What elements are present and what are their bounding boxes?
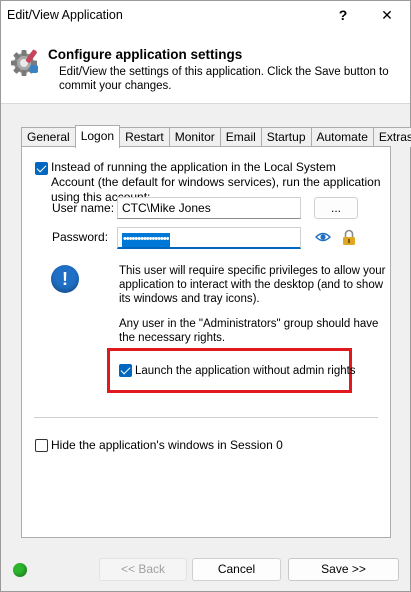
tab-logon[interactable]: Logon: [74, 125, 121, 148]
header-description: Edit/View the settings of this applicati…: [59, 66, 389, 92]
back-button[interactable]: << Back: [99, 558, 187, 581]
run-as-account-checkbox[interactable]: [35, 162, 48, 175]
tab-restart[interactable]: Restart: [119, 127, 170, 147]
help-button[interactable]: ?: [321, 1, 365, 29]
tab-automate[interactable]: Automate: [310, 127, 374, 147]
save-button[interactable]: Save >>: [288, 558, 399, 581]
password-masked-value: ••••••••••••••••: [122, 233, 170, 247]
status-indicator: [13, 563, 27, 577]
lock-icon[interactable]: [342, 229, 356, 246]
dialog-header: Configure application settings Edit/View…: [1, 29, 410, 104]
tab-monitor[interactable]: Monitor: [168, 127, 221, 147]
info-text-privileges: This user will require specific privileg…: [119, 265, 386, 305]
window-title: Edit/View Application: [7, 8, 123, 22]
launch-without-admin-label[interactable]: Launch the application without admin rig…: [135, 364, 356, 379]
info-icon: !: [51, 265, 79, 293]
username-label: User name:: [52, 201, 115, 215]
tab-bar: General Logon Restart Monitor Email Star…: [21, 125, 411, 148]
cancel-button[interactable]: Cancel: [192, 558, 281, 581]
password-label: Password:: [52, 230, 109, 244]
eye-icon[interactable]: [315, 230, 331, 244]
info-text-administrators: Any user in the "Administrators" group s…: [119, 318, 379, 344]
tab-general[interactable]: General: [21, 127, 76, 147]
section-divider: [34, 417, 378, 418]
header-title: Configure application settings: [48, 47, 243, 62]
password-input[interactable]: ••••••••••••••••: [117, 227, 301, 249]
dialog-window: Edit/View Application ? ✕ Configure appl…: [0, 0, 411, 592]
tab-extras[interactable]: Extras: [372, 127, 411, 147]
gear-icon: [11, 49, 38, 76]
launch-without-admin-checkbox[interactable]: [119, 364, 132, 377]
close-button[interactable]: ✕: [365, 1, 409, 29]
tab-email[interactable]: Email: [219, 127, 262, 147]
browse-user-button[interactable]: ...: [314, 197, 358, 219]
username-input[interactable]: CTC\Mike Jones: [117, 197, 301, 219]
hide-windows-checkbox[interactable]: [35, 439, 48, 452]
tab-startup[interactable]: Startup: [260, 127, 312, 147]
hide-windows-label[interactable]: Hide the application's windows in Sessio…: [51, 438, 283, 453]
title-bar: Edit/View Application ? ✕: [1, 1, 410, 29]
